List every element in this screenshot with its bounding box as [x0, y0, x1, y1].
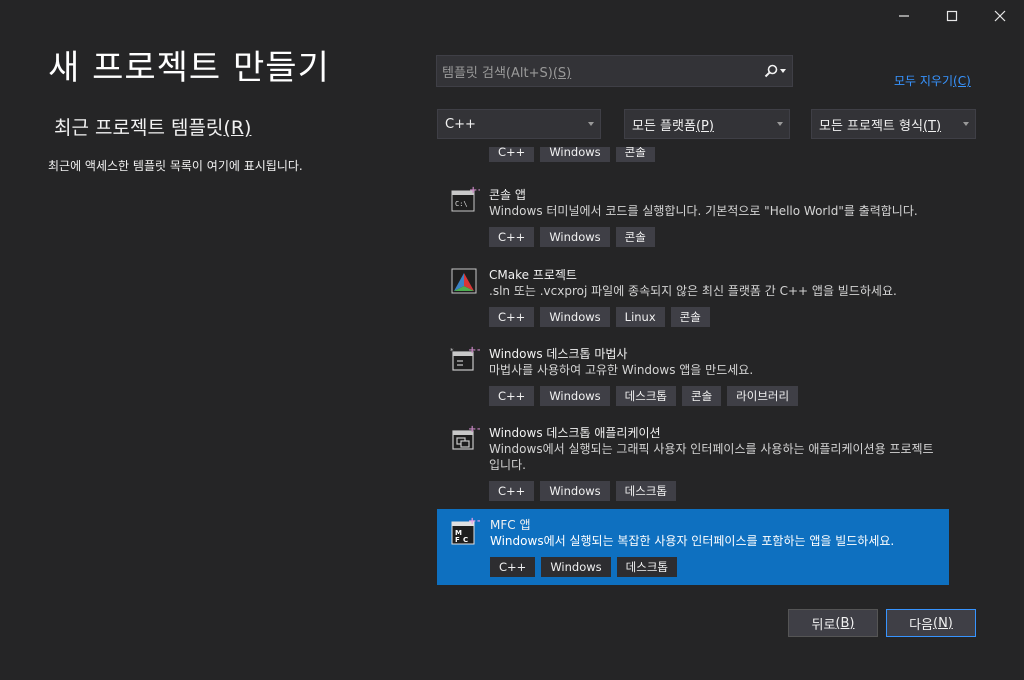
svg-text:++: ++ — [468, 516, 480, 527]
search-button[interactable] — [758, 56, 792, 86]
tag: 콘솔 — [615, 227, 655, 247]
back-button-mnemonic: (B) — [835, 615, 855, 631]
back-button-label: 뒤로 — [811, 617, 836, 633]
next-button[interactable]: 다음 (N) — [886, 609, 976, 637]
partial-item-tags: C++ Windows 콘솔 — [489, 147, 655, 162]
next-button-label: 다음 — [909, 617, 934, 633]
platform-filter-value: 모든 플랫폼(P) — [632, 118, 714, 134]
clear-all-label: 모두 지우기 — [894, 74, 954, 88]
template-tags: C++ Windows Linux 콘솔 — [489, 307, 710, 327]
template-description: .sln 또는 .vcxproj 파일에 종속되지 않은 최신 플랫폼 간 C+… — [489, 284, 897, 298]
mfc-icon: M F C ++ — [451, 516, 480, 545]
tag: C++ — [490, 557, 536, 577]
chevron-down-icon — [777, 122, 783, 126]
svg-text:++: ++ — [469, 185, 480, 196]
recent-templates-mnemonic: (R) — [223, 117, 252, 139]
chevron-down-icon — [963, 122, 969, 126]
next-button-mnemonic: (N) — [933, 615, 953, 631]
template-search-box[interactable]: 템플릿 검색(Alt+S)(S) — [436, 55, 793, 87]
tag: 콘솔 — [681, 386, 722, 406]
project-type-filter-dropdown[interactable]: 모든 프로젝트 형식(T) — [811, 109, 976, 139]
language-filter-value: C++ — [445, 116, 476, 132]
template-name: CMake 프로젝트 — [489, 268, 577, 282]
desktop-wizard-icon: * ++ — [450, 345, 480, 371]
template-description: Windows에서 실행되는 복잡한 사용자 인터페이스를 포함하는 앱을 빌드… — [490, 534, 895, 548]
template-description: Windows 터미널에서 코드를 실행합니다. 기본적으로 "Hello Wo… — [489, 204, 918, 218]
template-description: Windows에서 실행되는 그래픽 사용자 인터페이스를 사용하는 애플리케이… — [489, 442, 934, 472]
clear-all-link[interactable]: 모두 지우기(C) — [894, 72, 971, 89]
desktop-app-icon: ++ — [452, 424, 480, 450]
template-name: 콘솔 앱 — [489, 188, 526, 202]
platform-filter-dropdown[interactable]: 모든 플랫폼(P) — [624, 109, 790, 139]
search-placeholder: 템플릿 검색(Alt+S) — [442, 65, 553, 81]
recent-templates-heading: 최근 프로젝트 템플릿(R) — [54, 113, 251, 140]
tag: 데스크톱 — [616, 557, 677, 577]
template-item-desktop-wizard[interactable]: * ++ Windows 데스크톱 마법사 마법사를 사용하여 고유한 Wind… — [437, 337, 949, 409]
recent-templates-empty-text: 최근에 액세스한 템플릿 목록이 여기에 표시됩니다. — [48, 159, 303, 173]
project-type-filter-value: 모든 프로젝트 형식(T) — [819, 118, 942, 134]
template-list[interactable]: C++ Windows 콘솔 C:\ ++ 콘솔 앱 Windows 터미널에서… — [437, 147, 951, 589]
maximize-icon — [946, 10, 958, 22]
svg-text:*: * — [450, 347, 454, 355]
search-icon — [764, 64, 778, 78]
tag: Windows — [540, 481, 610, 501]
template-item-cmake[interactable]: CMake 프로젝트 .sln 또는 .vcxproj 파일에 종속되지 않은 … — [437, 258, 949, 330]
svg-text:++: ++ — [468, 345, 480, 356]
close-button[interactable] — [976, 0, 1024, 32]
template-item-mfc-app[interactable]: M F C ++ MFC 앱 Windows에서 실행되는 복잡한 사용자 인터… — [437, 509, 949, 585]
svg-text:F: F — [455, 536, 460, 544]
tag: Linux — [615, 307, 665, 327]
tag: C++ — [489, 147, 535, 162]
close-icon — [994, 10, 1006, 22]
template-tags: C++ Windows 콘솔 — [489, 227, 655, 247]
tag: 콘솔 — [670, 307, 710, 327]
chevron-down-icon — [588, 122, 594, 126]
minimize-button[interactable] — [880, 0, 928, 32]
svg-text:C:\: C:\ — [455, 200, 468, 208]
tag: Windows — [541, 557, 611, 577]
template-name: Windows 데스크톱 애플리케이션 — [489, 426, 661, 440]
template-tags: C++ Windows 데스크톱 — [490, 557, 677, 577]
tag: 데스크톱 — [615, 481, 676, 501]
recent-templates-heading-text: 최근 프로젝트 템플릿 — [54, 117, 224, 139]
tag: 라이브러리 — [727, 386, 799, 406]
tag: C++ — [489, 386, 535, 406]
search-input[interactable]: 템플릿 검색(Alt+S)(S) — [437, 62, 758, 81]
tag: Windows — [540, 147, 610, 162]
tag: C++ — [489, 227, 535, 247]
tag: Windows — [540, 227, 610, 247]
cmake-icon — [451, 268, 477, 294]
search-placeholder-mnemonic: (S) — [552, 65, 572, 81]
template-tags: C++ Windows 데스크톱 콘솔 라이브러리 — [489, 386, 799, 406]
back-button[interactable]: 뒤로 (B) — [788, 609, 878, 637]
minimize-icon — [899, 15, 909, 17]
tag: Windows — [540, 307, 610, 327]
tag: Windows — [540, 386, 610, 406]
tag: C++ — [489, 307, 535, 327]
page-title: 새 프로젝트 만들기 — [48, 48, 330, 88]
template-name: MFC 앱 — [490, 518, 531, 532]
language-filter-dropdown[interactable]: C++ — [437, 109, 601, 139]
tag: 데스크톱 — [615, 386, 676, 406]
tag: C++ — [489, 481, 535, 501]
svg-text:C: C — [463, 536, 468, 544]
template-description: 마법사를 사용하여 고유한 Windows 앱을 만드세요. — [489, 363, 754, 377]
maximize-button[interactable] — [928, 0, 976, 32]
template-item-desktop-application[interactable]: ++ Windows 데스크톱 애플리케이션 Windows에서 실행되는 그래… — [437, 416, 949, 504]
chevron-down-icon — [780, 69, 786, 73]
tag: 콘솔 — [615, 147, 655, 162]
console-app-icon: C:\ ++ — [451, 185, 480, 212]
template-item-console-app[interactable]: C:\ ++ 콘솔 앱 Windows 터미널에서 코드를 실행합니다. 기본적… — [437, 178, 949, 250]
window-controls — [880, 0, 1024, 32]
template-tags: C++ Windows 데스크톱 — [489, 481, 676, 501]
template-name: Windows 데스크톱 마법사 — [489, 347, 628, 361]
svg-text:++: ++ — [468, 424, 480, 435]
clear-all-mnemonic: (C) — [953, 74, 971, 88]
